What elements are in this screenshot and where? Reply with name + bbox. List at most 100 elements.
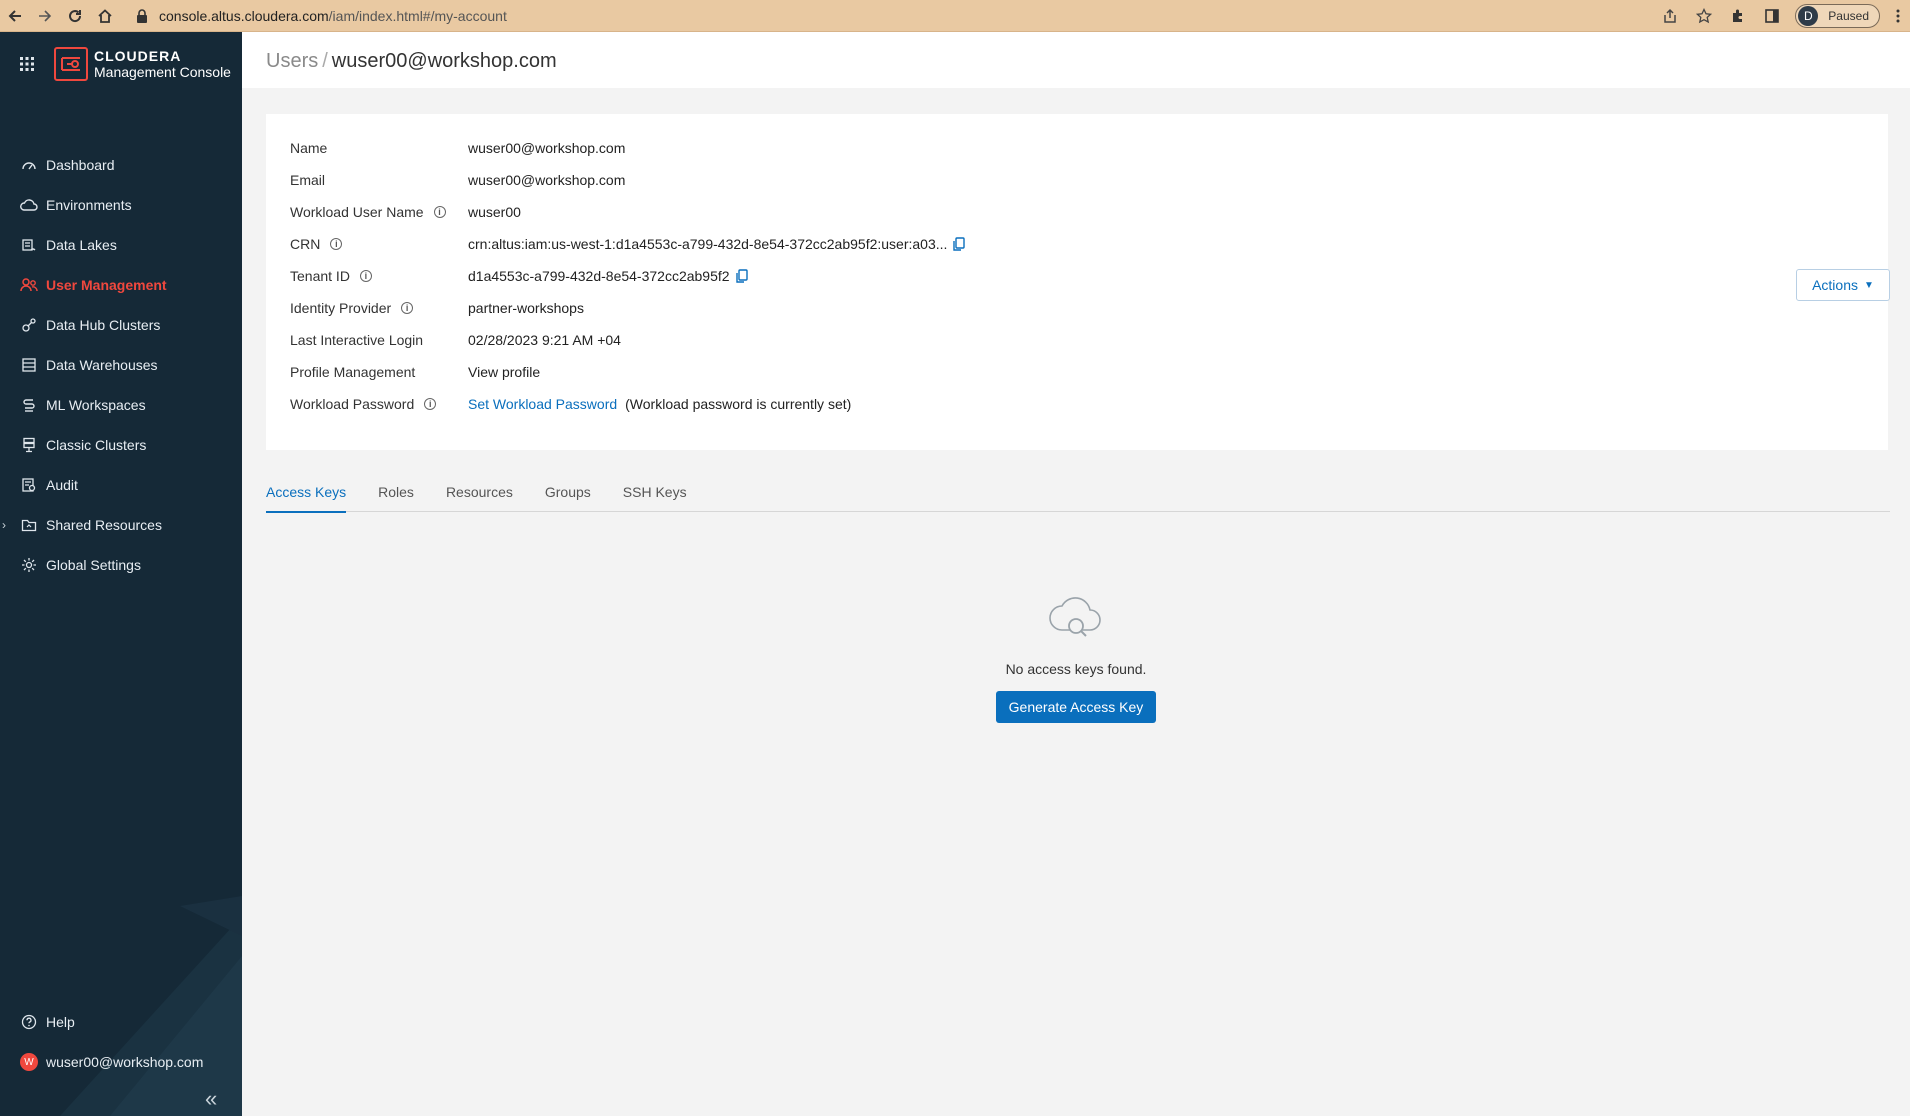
sidebar-item-label: Data Lakes xyxy=(46,237,117,253)
sidebar: CLOUDERA Management Console Dashboard En… xyxy=(0,32,242,1116)
sidepanel-icon[interactable] xyxy=(1755,0,1789,32)
sidebar-item-user-management[interactable]: User Management xyxy=(0,265,242,305)
profile-avatar: D xyxy=(1798,6,1819,26)
copy-icon[interactable] xyxy=(953,237,966,251)
set-password-link[interactable]: Set Workload Password xyxy=(468,396,617,412)
dashboard-icon xyxy=(20,156,38,174)
audit-icon xyxy=(20,476,38,494)
sidebar-item-data-lakes[interactable]: Data Lakes xyxy=(0,225,242,265)
sidebar-item-data-hub-clusters[interactable]: Data Hub Clusters xyxy=(0,305,242,345)
breadcrumb-separator: / xyxy=(322,50,328,72)
address-bar[interactable]: console.altus.cloudera.com/iam/index.htm… xyxy=(135,5,1772,27)
crn-label: CRN xyxy=(290,236,321,252)
reload-icon[interactable] xyxy=(60,0,90,32)
sidebar-item-user[interactable]: W wuser00@workshop.com xyxy=(0,1042,242,1082)
tab-ssh-keys[interactable]: SSH Keys xyxy=(623,472,687,512)
tabs: Access Keys Roles Resources Groups SSH K… xyxy=(266,472,1890,513)
users-icon xyxy=(20,276,38,294)
sidebar-item-audit[interactable]: Audit xyxy=(0,465,242,505)
data-lakes-icon xyxy=(20,236,38,254)
chevron-right-icon[interactable]: › xyxy=(2,518,6,532)
sidebar-item-label: Environments xyxy=(46,197,132,213)
profile-mgmt-label: Profile Management xyxy=(290,364,416,380)
sidebar-item-classic-clusters[interactable]: Classic Clusters xyxy=(0,425,242,465)
info-icon[interactable]: i xyxy=(424,398,437,410)
detail-row-email: Email wuser00@workshop.com xyxy=(290,170,625,190)
sidebar-item-dashboard[interactable]: Dashboard xyxy=(0,145,242,185)
app-grid-icon[interactable] xyxy=(0,57,54,71)
collapse-sidebar-icon[interactable]: « xyxy=(205,1086,217,1112)
folder-icon xyxy=(20,516,38,534)
sidebar-item-ml-workspaces[interactable]: ML Workspaces xyxy=(0,385,242,425)
sidebar-item-label: ML Workspaces xyxy=(46,397,146,413)
sidebar-item-label: User Management xyxy=(46,277,167,293)
name-value: wuser00@workshop.com xyxy=(468,140,626,156)
info-icon[interactable]: i xyxy=(330,238,343,250)
tab-resources[interactable]: Resources xyxy=(446,472,513,512)
data-hub-icon xyxy=(20,316,38,334)
bookmark-star-icon[interactable] xyxy=(1687,0,1721,32)
sidebar-item-label: Dashboard xyxy=(46,157,115,173)
sidebar-item-label: Shared Resources xyxy=(46,517,162,533)
sidebar-item-label: Audit xyxy=(46,477,78,493)
detail-row-last-login: Last Interactive Login 02/28/2023 9:21 A… xyxy=(290,330,621,350)
profile-status: Paused xyxy=(1828,9,1869,23)
sidebar-item-environments[interactable]: Environments xyxy=(0,185,242,225)
workload-user-value: wuser00 xyxy=(468,204,521,220)
share-icon[interactable] xyxy=(1653,0,1687,32)
browser-toolbar: console.altus.cloudera.com/iam/index.htm… xyxy=(0,0,1910,32)
name-label: Name xyxy=(290,140,328,156)
sidebar-item-shared-resources[interactable]: › Shared Resources xyxy=(0,505,242,545)
server-icon xyxy=(20,436,38,454)
home-icon[interactable] xyxy=(90,0,120,32)
password-note: (Workload password is currently set) xyxy=(625,396,852,412)
brand: CLOUDERA Management Console xyxy=(0,42,242,86)
sidebar-item-help[interactable]: Help xyxy=(0,1002,242,1042)
actions-label: Actions xyxy=(1812,277,1858,293)
kebab-menu-icon[interactable] xyxy=(1886,0,1910,32)
tab-groups[interactable]: Groups xyxy=(545,472,591,512)
sidebar-item-label: Global Settings xyxy=(46,557,141,573)
forward-icon[interactable] xyxy=(30,0,60,32)
cloud-search-icon xyxy=(1046,592,1106,647)
profile-button[interactable]: D Paused xyxy=(1795,4,1880,28)
info-icon[interactable]: i xyxy=(359,270,372,282)
gear-icon xyxy=(20,556,38,574)
sidebar-item-global-settings[interactable]: Global Settings xyxy=(0,545,242,585)
detail-row-password: Workload Password i Set Workload Password… xyxy=(290,394,851,414)
last-login-value: 02/28/2023 9:21 AM +04 xyxy=(468,332,621,348)
url-host: console.altus.cloudera.com xyxy=(159,8,329,24)
crn-value: crn:altus:iam:us-west-1:d1a4553c-a799-43… xyxy=(468,236,948,252)
url-path: /iam/index.html#/my-account xyxy=(328,8,507,24)
sidebar-item-label: Help xyxy=(46,1014,75,1030)
empty-message: No access keys found. xyxy=(1005,661,1147,677)
view-profile-link[interactable]: View profile xyxy=(468,364,540,380)
extensions-icon[interactable] xyxy=(1721,0,1755,32)
generate-access-key-button[interactable]: Generate Access Key xyxy=(995,691,1157,723)
cloud-icon xyxy=(20,196,38,214)
warehouse-icon xyxy=(20,356,38,374)
sidebar-item-data-warehouses[interactable]: Data Warehouses xyxy=(0,345,242,385)
tenant-label: Tenant ID xyxy=(290,268,350,284)
detail-row-workload-user: Workload User Name i wuser00 xyxy=(290,202,521,222)
empty-state: No access keys found. Generate Access Ke… xyxy=(242,592,1910,723)
detail-row-idp: Identity Provider i partner-workshops xyxy=(290,298,584,318)
caret-down-icon: ▼ xyxy=(1864,279,1874,291)
copy-icon[interactable] xyxy=(735,269,748,283)
info-icon[interactable]: i xyxy=(401,302,414,314)
idp-value: partner-workshops xyxy=(468,300,584,316)
sidebar-item-label: Classic Clusters xyxy=(46,437,147,453)
sidebar-nav: Dashboard Environments Data Lakes User M… xyxy=(0,145,242,585)
breadcrumb: Users / wuser00@workshop.com xyxy=(266,50,557,73)
breadcrumb-users[interactable]: Users xyxy=(266,50,318,72)
last-login-label: Last Interactive Login xyxy=(290,332,424,348)
user-details-card: Name wuser00@workshop.com Email wuser00@… xyxy=(266,114,1890,450)
back-icon[interactable] xyxy=(0,0,30,32)
info-icon[interactable]: i xyxy=(433,206,446,218)
tab-access-keys[interactable]: Access Keys xyxy=(266,472,347,513)
page-title: wuser00@workshop.com xyxy=(331,50,557,72)
actions-dropdown-button[interactable]: Actions ▼ xyxy=(1796,269,1890,301)
detail-row-crn: CRN i crn:altus:iam:us-west-1:d1a4553c-a7… xyxy=(290,234,966,254)
email-label: Email xyxy=(290,172,326,188)
tab-roles[interactable]: Roles xyxy=(378,472,414,512)
